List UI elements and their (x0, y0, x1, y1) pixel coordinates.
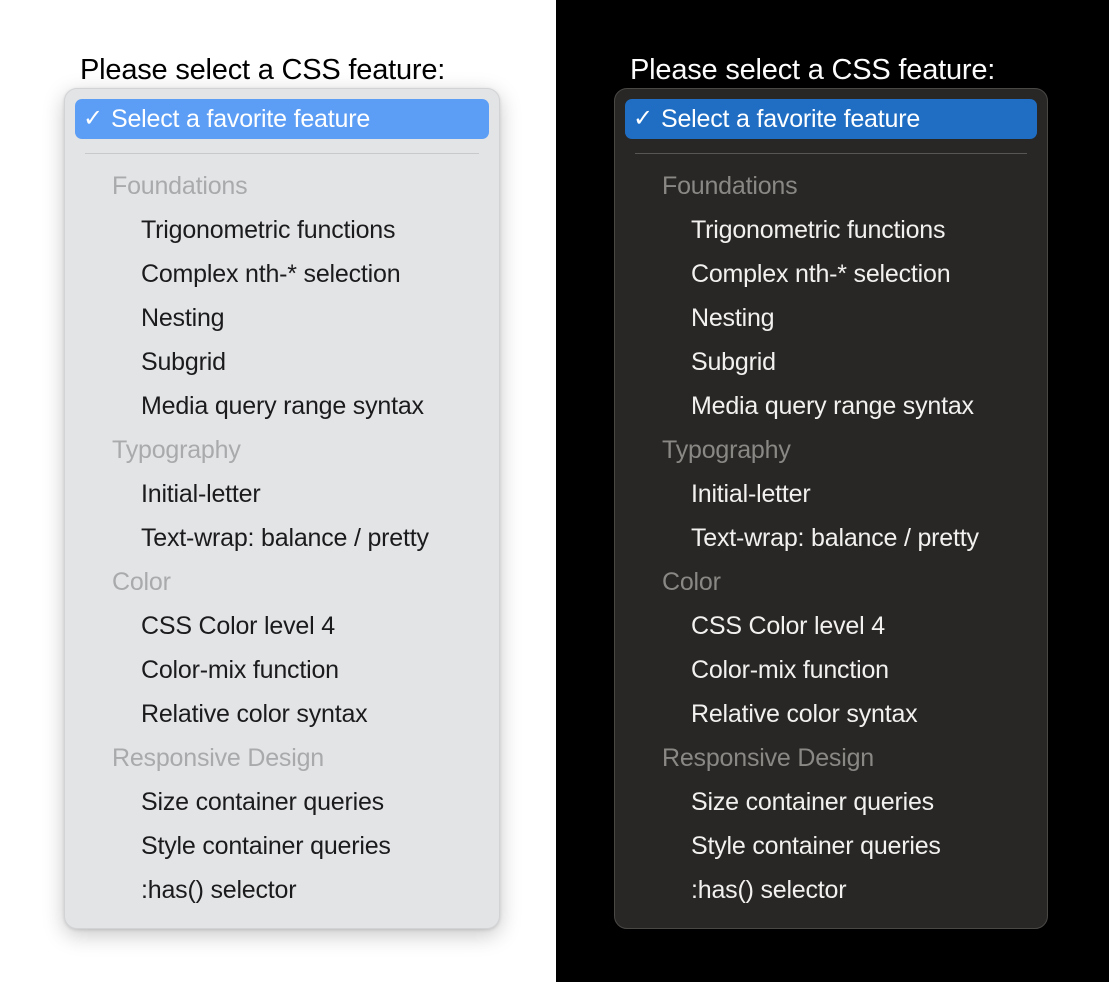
option-trigonometric-functions[interactable]: Trigonometric functions (65, 208, 499, 252)
optgroup-label-typography: Typography (112, 436, 241, 464)
menu-separator (85, 153, 479, 154)
select-popup-light[interactable]: ✓ Select a favorite feature Foundations … (64, 88, 500, 929)
option-text-wrap-balance-pretty[interactable]: Text-wrap: balance / pretty (615, 516, 1047, 560)
option-initial-letter[interactable]: Initial-letter (615, 472, 1047, 516)
option-relative-color-syntax[interactable]: Relative color syntax (615, 692, 1047, 736)
optgroup-label-responsive-design: Responsive Design (112, 744, 324, 772)
option-media-query-range-syntax[interactable]: Media query range syntax (65, 384, 499, 428)
option-nesting[interactable]: Nesting (615, 296, 1047, 340)
option-color-mix-function[interactable]: Color-mix function (65, 648, 499, 692)
option-relative-color-syntax[interactable]: Relative color syntax (65, 692, 499, 736)
option-nesting[interactable]: Nesting (65, 296, 499, 340)
option-subgrid[interactable]: Subgrid (615, 340, 1047, 384)
dark-theme-pane: Please select a CSS feature: ✓ Select a … (556, 0, 1109, 982)
option-trigonometric-functions[interactable]: Trigonometric functions (615, 208, 1047, 252)
page-title-dark: Please select a CSS feature: (630, 54, 996, 86)
page-title-light: Please select a CSS feature: (80, 54, 446, 86)
selected-option-label: Select a favorite feature (661, 104, 921, 133)
option-style-container-queries[interactable]: Style container queries (615, 824, 1047, 868)
option-size-container-queries[interactable]: Size container queries (615, 780, 1047, 824)
selected-option-dark[interactable]: ✓ Select a favorite feature (625, 99, 1037, 139)
option-media-query-range-syntax[interactable]: Media query range syntax (615, 384, 1047, 428)
light-theme-pane: Please select a CSS feature: ✓ Select a … (0, 0, 556, 982)
selected-option-light[interactable]: ✓ Select a favorite feature (75, 99, 489, 139)
optgroup-label-foundations: Foundations (662, 172, 798, 200)
option-css-color-level-4[interactable]: CSS Color level 4 (65, 604, 499, 648)
option-size-container-queries[interactable]: Size container queries (65, 780, 499, 824)
option-style-container-queries[interactable]: Style container queries (65, 824, 499, 868)
option-has-selector[interactable]: :has() selector (65, 868, 499, 912)
menu-separator (635, 153, 1027, 154)
optgroup-label-typography: Typography (662, 436, 791, 464)
optgroup-label-foundations: Foundations (112, 172, 248, 200)
optgroup-label-responsive-design: Responsive Design (662, 744, 874, 772)
checkmark-icon: ✓ (633, 105, 653, 132)
select-popup-dark[interactable]: ✓ Select a favorite feature Foundations … (614, 88, 1048, 929)
checkmark-icon: ✓ (83, 105, 103, 132)
option-has-selector[interactable]: :has() selector (615, 868, 1047, 912)
optgroup-label-color: Color (662, 568, 721, 596)
option-text-wrap-balance-pretty[interactable]: Text-wrap: balance / pretty (65, 516, 499, 560)
optgroup-label-color: Color (112, 568, 171, 596)
selected-option-label: Select a favorite feature (111, 104, 371, 133)
option-complex-nth-selection[interactable]: Complex nth-* selection (65, 252, 499, 296)
option-initial-letter[interactable]: Initial-letter (65, 472, 499, 516)
option-color-mix-function[interactable]: Color-mix function (615, 648, 1047, 692)
screenshot-stage: Please select a CSS feature: ✓ Select a … (0, 0, 1109, 982)
option-complex-nth-selection[interactable]: Complex nth-* selection (615, 252, 1047, 296)
option-css-color-level-4[interactable]: CSS Color level 4 (615, 604, 1047, 648)
option-subgrid[interactable]: Subgrid (65, 340, 499, 384)
